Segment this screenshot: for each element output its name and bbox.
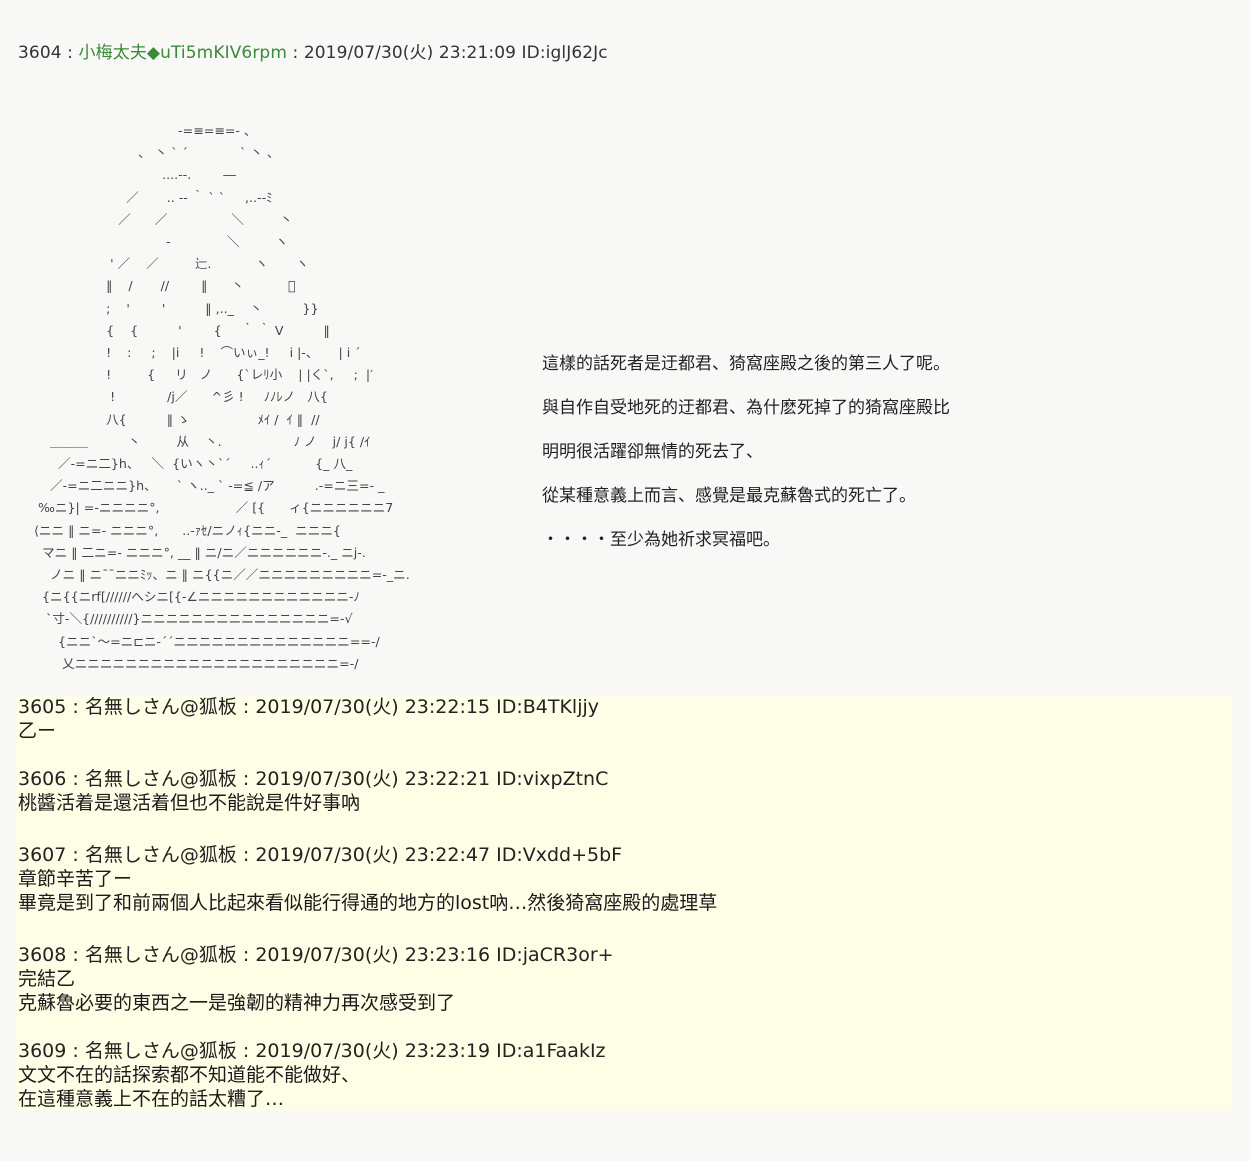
narration-text: 這樣的話死者是迂都君、猗窩座殿之後的第三人了呢。 與自作自受地死的迂都君、為什麽… bbox=[542, 342, 950, 562]
reply-post: 3608 : 名無しさん@狐板 : 2019/07/30(火) 23:23:16… bbox=[18, 943, 614, 1015]
reply-id[interactable]: ID:a1FaakIz bbox=[496, 1040, 605, 1062]
reply-body-line: 乙ー bbox=[18, 720, 57, 742]
ascii-art-line: ! : ; |i ! ⌒いぃ_! i |-、 | i ´ bbox=[18, 345, 361, 361]
ascii-art-line: 、 丶 ` ´ ` 丶 、 bbox=[18, 145, 280, 161]
reply-body-line: 完結乙 bbox=[18, 968, 76, 990]
ascii-art-line: ' ／ ／ 辷. ヽ ヽ bbox=[18, 256, 309, 272]
reply-body-line: 畢竟是到了和前兩個人比起來看似能行得通的地方的lost吶…然後猗窩座殿的處理草 bbox=[18, 892, 718, 914]
ascii-art-line: ‰ニ}| =-ニニニニ°, ／ [{ ィ{ニニニニニニ7 bbox=[18, 500, 394, 516]
ascii-art-line: ／-=ニ二ニニ}h、 ` ヽ.._ ` ‐=≦ /ア .-=ニ三=- _ bbox=[18, 478, 385, 494]
reply-name: 名無しさん@狐板 bbox=[84, 944, 237, 966]
ascii-art-line: -=≡=≡=- 、 bbox=[18, 123, 257, 138]
reply-post: 3609 : 名無しさん@狐板 : 2019/07/30(火) 23:23:19… bbox=[18, 1039, 606, 1111]
reply-header: 3608 : 名無しさん@狐板 : 2019/07/30(火) 23:23:16… bbox=[18, 944, 614, 966]
reply-datetime: 2019/07/30(火) 23:23:16 bbox=[255, 944, 491, 966]
reply-body-line: 在這種意義上不在的話太糟了… bbox=[18, 1088, 285, 1110]
reply-post: 3606 : 名無しさん@狐板 : 2019/07/30(火) 23:22:21… bbox=[18, 767, 608, 815]
reply-post: 3605 : 名無しさん@狐板 : 2019/07/30(火) 23:22:15… bbox=[18, 695, 599, 743]
reply-id[interactable]: ID:vixpZtnC bbox=[496, 768, 608, 790]
reply-header: 3606 : 名無しさん@狐板 : 2019/07/30(火) 23:22:21… bbox=[18, 768, 609, 790]
ascii-art-line: 八{ ‖ ゝ ﾒｲ / ｲ ‖ // bbox=[18, 411, 320, 427]
narration-line: 從某種意義上而言、感覺是最克蘇魯式的死亡了。 bbox=[542, 486, 916, 506]
reply-body-line: 文文不在的話探索都不知道能不能做好、 bbox=[18, 1064, 361, 1086]
narration-line: 這樣的話死者是迂都君、猗窩座殿之後的第三人了呢。 bbox=[542, 354, 950, 374]
ascii-art-line: ! { リ ノ {`レﾘ小 | |く`, ; |′ bbox=[18, 367, 373, 383]
reply-name: 名無しさん@狐板 bbox=[84, 768, 237, 790]
ascii-art-line: ‖ / // ‖ 丶 ゙ bbox=[18, 278, 296, 294]
replies-section: 3605 : 名無しさん@狐板 : 2019/07/30(火) 23:22:15… bbox=[16, 695, 1232, 1111]
post-id: ID:iglJ62Jc bbox=[521, 43, 608, 63]
narration-line: ・・・・至少為她祈求冥福吧。 bbox=[542, 530, 780, 550]
post-datetime: 2019/07/30(火) 23:21:09 bbox=[303, 43, 517, 63]
narration-line: 與自作自受地死的迂都君、為什麽死掉了的猗窩座殿比 bbox=[542, 398, 950, 418]
ascii-art-line: {ニ{{ニrf[//////へシニ[{-∠ニニニニニニニニニニニニ-ﾉ bbox=[18, 589, 360, 605]
poster-name-link[interactable]: 小梅太夫 bbox=[79, 43, 147, 63]
reply-datetime: 2019/07/30(火) 23:22:47 bbox=[255, 844, 491, 866]
reply-header: 3609 : 名無しさん@狐板 : 2019/07/30(火) 23:23:19… bbox=[18, 1040, 606, 1062]
ascii-art-line: 乂ニニニニニニニニニニニニニニニニニニニニニ=-/ bbox=[18, 655, 359, 671]
reply-name: 名無しさん@狐板 bbox=[84, 696, 237, 718]
reply-body-line: 克蘇魯必要的東西之一是強韌的精神力再次感受到了 bbox=[18, 992, 456, 1014]
ascii-art-line: ⟨ニニ ‖ ニ=- ニニニ°, ..-ｧｾ/ニノｨ{ニニ-_ ニニニ{ bbox=[18, 522, 341, 538]
ascii-art-line: ／ .. -‐ ｀ ` ` ,..--ﾐ bbox=[18, 189, 273, 205]
ascii-art-line: ....-‐. ― bbox=[18, 167, 236, 183]
ascii-art-line: マニ ‖ 二ニ=- ニニニ°, __ ‖ ニ/ニ／ニニニニニニ-._ ニj-. bbox=[18, 544, 366, 560]
reply-id[interactable]: ID:B4TKljjy bbox=[496, 696, 599, 718]
reply-number[interactable]: 3609 bbox=[18, 1040, 66, 1062]
reply-number[interactable]: 3607 bbox=[18, 844, 66, 866]
reply-post: 3607 : 名無しさん@狐板 : 2019/07/30(火) 23:22:47… bbox=[18, 843, 717, 915]
ascii-art: -=≡=≡=- 、 、 丶 ` ´ ` 丶 、 ....-‐. ― ／ .. -… bbox=[18, 120, 410, 675]
ascii-art-line: ＿＿＿ 丶 从 丶. ﾉ ノ j/ j{ /ｲ bbox=[18, 433, 371, 449]
ascii-art-line: { { ' { ｀ ｀ V ‖ bbox=[18, 322, 330, 338]
ascii-art-line: ! /j／ ^彡 ! ﾉﾉﾚノ 八{ bbox=[18, 389, 328, 405]
reply-name: 名無しさん@狐板 bbox=[84, 1040, 237, 1062]
ascii-art-line: ; ' ' ‖ ,.._ 丶 }} bbox=[18, 300, 319, 316]
main-post-header: 3604 : 小梅太夫◆uTi5mKIV6rpm : 2019/07/30(火)… bbox=[18, 43, 608, 63]
ascii-art-line: ／ ／ ＼ 丶 bbox=[18, 211, 293, 227]
ascii-art-line: ノニ ‖ ニ¯¯ニニﾐｯ、ニ ‖ ニ{{ニ／／ニニニニニニニニニ=-_ニ. bbox=[18, 567, 410, 583]
reply-datetime: 2019/07/30(火) 23:22:15 bbox=[255, 696, 491, 718]
ascii-art-line: `寸-＼{//////////}ニニニニニニニニニニニニニニニ=-√ bbox=[18, 611, 353, 627]
reply-body-line: 章節辛苦了ー bbox=[18, 868, 133, 890]
ascii-art-line: ／-=ニ二}h、 ＼ {いヽ丶`´ ..ｨ´ {_ 八_ bbox=[18, 456, 353, 472]
reply-header: 3607 : 名無しさん@狐板 : 2019/07/30(火) 23:22:47… bbox=[18, 844, 623, 866]
reply-body-line: 桃醬活着是還活着但也不能說是件好事吶 bbox=[18, 792, 361, 814]
reply-number[interactable]: 3608 bbox=[18, 944, 66, 966]
narration-line: 明明很活躍卻無情的死去了、 bbox=[542, 442, 763, 462]
post-number: 3604 bbox=[18, 43, 62, 63]
reply-id[interactable]: ID:jaCR3or+ bbox=[496, 944, 613, 966]
reply-header: 3605 : 名無しさん@狐板 : 2019/07/30(火) 23:22:15… bbox=[18, 696, 600, 718]
ascii-art-line: {ニニ`～=ニ⊏ニ-´´ニニニニニニニニニニニニニニ==-/ bbox=[18, 633, 380, 649]
reply-number[interactable]: 3606 bbox=[18, 768, 66, 790]
reply-datetime: 2019/07/30(火) 23:23:19 bbox=[255, 1040, 491, 1062]
reply-name: 名無しさん@狐板 bbox=[84, 844, 237, 866]
reply-datetime: 2019/07/30(火) 23:22:21 bbox=[255, 768, 491, 790]
ascii-art-line: ‐ ＼ ヽ bbox=[18, 234, 288, 250]
reply-number[interactable]: 3605 bbox=[18, 696, 66, 718]
poster-trip: ◆uTi5mKIV6rpm bbox=[146, 43, 287, 63]
reply-id[interactable]: ID:Vxdd+5bF bbox=[496, 844, 622, 866]
